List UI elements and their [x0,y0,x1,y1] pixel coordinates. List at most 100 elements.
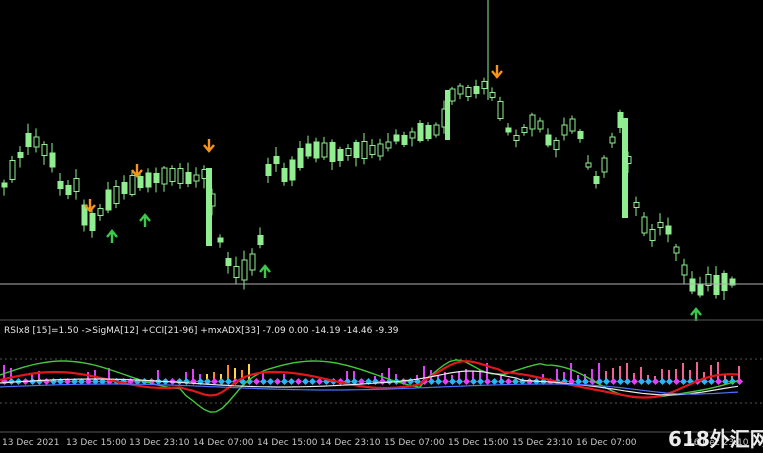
candle-body [529,114,536,130]
candle-body [145,172,152,188]
candle-body [265,164,272,176]
candle-body [505,127,512,133]
candle-body [521,127,528,133]
candle-body [721,273,728,291]
time-label: 14 Dec 23:10 [320,438,381,448]
candle-body [577,131,584,139]
candle-body [57,181,64,189]
candle-body [49,152,56,168]
candle-body [585,162,592,168]
candle-body [553,140,560,150]
candle-body [633,202,640,208]
candle-body [657,222,664,228]
time-label: 16 Dec 07:00 [576,438,637,448]
candle-body [481,81,488,89]
candle-body [249,253,256,271]
time-label: 15 Dec 15:00 [448,438,509,448]
time-label: 15 Dec 23:10 [512,438,573,448]
candle-body [385,141,392,149]
candle-body [569,118,576,132]
indicator-label: RSIx8 [15]=1.50 ->SigMA[12] +CCI[21-96] … [4,326,399,336]
candle-body [713,275,720,295]
candle-body [433,124,440,136]
time-label: 13 Dec 2021 [2,438,60,448]
candle-body [665,225,672,235]
candle-body-large [622,118,628,218]
candle-body [649,229,656,241]
candle-body [169,168,176,182]
candle-body [225,258,232,266]
candle-body [473,86,480,94]
candle-body [537,120,544,130]
candle-body [601,157,608,173]
candle-body [561,124,568,136]
candle-body [129,175,136,195]
candle-body [449,88,456,102]
candle-body [377,143,384,157]
candle-body [321,142,328,158]
candle-body [545,134,552,146]
candle-body [593,176,600,184]
candle-body [409,131,416,139]
candle-body-large [445,90,450,140]
candle-body [425,125,432,139]
candle-body [457,85,464,95]
candle-body [161,167,168,185]
time-label: 15 Dec 07:00 [384,438,445,448]
candle-body [513,135,520,141]
candle-body [97,208,104,216]
candle-body [281,168,288,182]
candle-body [89,213,96,231]
candle-body [393,134,400,142]
candle-body [417,123,424,141]
candle-body [121,182,128,194]
candle-body [153,173,160,183]
candle-body [673,246,680,254]
candle-body [329,142,336,162]
candle-body [465,87,472,97]
candle-body [73,178,80,192]
candle-body [313,141,320,159]
candle-body [1,182,8,188]
candle-body [193,174,200,182]
candle-body [25,133,32,147]
candle-body [273,156,280,164]
candle-body [369,145,376,155]
price-chart[interactable]: RSIx8 [15]=1.50 ->SigMA[12] +CCI[21-96] … [0,0,763,453]
candle-body [609,136,616,144]
candle-body [345,148,352,156]
time-label: 14 Dec 15:00 [257,438,318,448]
candle-body [289,159,296,181]
candle-body [65,185,72,195]
candle-body-large [206,168,212,246]
time-label: 13 Dec 15:00 [66,438,127,448]
candle-body [497,101,504,119]
candle-body [641,216,648,234]
candle-body [185,172,192,184]
candle-body [113,186,120,204]
candle-body [401,135,408,145]
candle-body [297,148,304,168]
time-label: 13 Dec 23:10 [129,438,190,448]
candle-body [9,160,16,180]
candle-body [105,189,112,211]
candle-body [33,136,40,148]
candle-body [17,152,24,158]
candle-body [257,235,264,245]
candle-body [137,176,144,188]
candle-body [489,92,496,98]
candle-body [681,264,688,276]
candle-body [337,149,344,161]
candle-body [689,278,696,292]
candle-body [361,141,368,159]
candle-body [697,284,704,296]
candle-body [353,142,360,158]
candle-body [41,144,48,156]
watermark: 618外汇网 [668,427,763,451]
candle-body [217,237,224,243]
candle-body [305,143,312,157]
candle-body [233,266,240,278]
candle-body [177,168,184,184]
candle-body [241,259,248,281]
time-label: 14 Dec 07:00 [193,438,254,448]
